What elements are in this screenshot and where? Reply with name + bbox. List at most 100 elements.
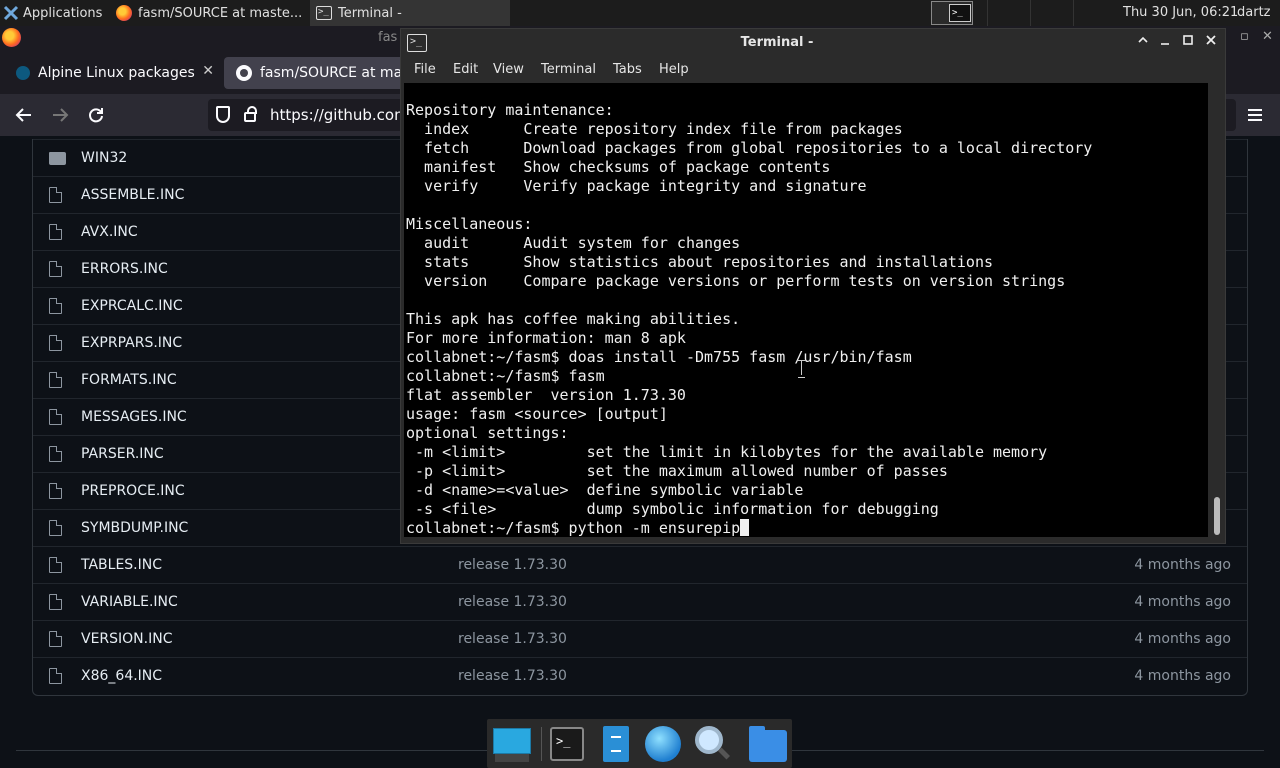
file-icon xyxy=(49,335,62,351)
workspace-window-preview: >_ xyxy=(949,4,971,22)
applications-icon xyxy=(3,5,19,21)
url-text[interactable]: https://github.com xyxy=(270,99,409,131)
terminal-icon: >_ xyxy=(550,727,584,761)
alpine-favicon-icon xyxy=(16,66,30,80)
dock: >_ xyxy=(487,719,792,768)
commit-age: 4 months ago xyxy=(1134,668,1231,684)
file-icon xyxy=(49,668,62,684)
commit-message-link[interactable]: release 1.73.30 xyxy=(458,584,567,620)
terminal-line: flat assembler version 1.73.30 xyxy=(406,386,686,404)
minimize-button[interactable] xyxy=(1155,32,1175,54)
commit-message-link[interactable]: release 1.73.30 xyxy=(458,621,567,657)
application-menu-button[interactable] xyxy=(1246,102,1268,128)
workspace-switcher-3[interactable] xyxy=(1030,0,1031,26)
terminal-line: -d <name>=<value> define symbolic variab… xyxy=(406,481,804,499)
file-name-link[interactable]: SYMBDUMP.INC xyxy=(81,510,188,546)
file-name-link[interactable]: VERSION.INC xyxy=(81,621,173,657)
browser-close-button[interactable]: ✕ xyxy=(1262,29,1273,44)
terminal-screen[interactable]: Repository maintenance: index Create rep… xyxy=(404,83,1208,537)
file-icon xyxy=(49,483,62,499)
reload-icon xyxy=(89,108,103,123)
file-row[interactable]: TABLES.INC release 1.73.30 4 months ago xyxy=(33,546,1247,583)
terminal-scrollbar[interactable] xyxy=(1210,83,1224,537)
workspace-switcher-4[interactable] xyxy=(1073,0,1074,26)
tab-label: Alpine Linux packages xyxy=(38,65,195,81)
file-icon xyxy=(49,409,62,425)
dock-terminal-button[interactable]: >_ xyxy=(547,724,587,764)
close-button[interactable] xyxy=(1201,32,1221,54)
folder-icon xyxy=(49,152,66,165)
user-menu[interactable]: dartz xyxy=(1237,0,1270,26)
dock-separator xyxy=(541,727,542,761)
dock-file-manager-button[interactable] xyxy=(595,724,635,764)
menu-terminal[interactable]: Terminal xyxy=(541,57,596,83)
file-name-link[interactable]: TABLES.INC xyxy=(81,547,162,583)
terminal-line: stats Show statistics about repositories… xyxy=(406,253,993,271)
menu-view[interactable]: View xyxy=(493,57,524,83)
github-favicon-icon xyxy=(236,65,252,81)
file-icon xyxy=(49,520,62,536)
show-desktop-button[interactable] xyxy=(491,724,531,764)
file-name-link[interactable]: MESSAGES.INC xyxy=(81,399,187,435)
terminal-line: collabnet:~/fasm$ fasm xyxy=(406,367,605,385)
tracking-protection-shield-icon[interactable] xyxy=(216,106,230,123)
file-icon xyxy=(49,298,62,314)
commit-message-link[interactable]: release 1.73.30 xyxy=(458,658,567,694)
tab-label: fasm/SOURCE at mast xyxy=(260,65,404,81)
workspace-switcher-1[interactable]: >_ xyxy=(931,1,973,25)
terminal-line: collabnet:~/fasm$ doas install -Dm755 fa… xyxy=(406,348,912,366)
taskbar-terminal[interactable]: >_ Terminal - xyxy=(310,0,510,26)
tab-alpine-packages[interactable]: Alpine Linux packages ✕ xyxy=(4,57,222,89)
file-name-link[interactable]: PARSER.INC xyxy=(81,436,164,472)
file-name-link[interactable]: FORMATS.INC xyxy=(81,362,177,398)
applications-label: Applications xyxy=(23,5,103,21)
taskbar-firefox[interactable]: fasm/SOURCE at maste... xyxy=(110,0,310,26)
shade-button[interactable] xyxy=(1133,32,1153,54)
top-panel: Applications fasm/SOURCE at maste... >_ … xyxy=(0,0,1280,26)
terminal-prompt-line[interactable]: collabnet:~/fasm$ python -m ensurepip xyxy=(406,519,1092,537)
file-name-link[interactable]: ERRORS.INC xyxy=(81,251,168,287)
dock-web-browser-button[interactable] xyxy=(643,724,683,764)
folder-icon xyxy=(749,730,787,762)
close-tab-icon[interactable]: ✕ xyxy=(202,63,214,79)
menu-help[interactable]: Help xyxy=(659,57,689,83)
clock[interactable]: Thu 30 Jun, 06:21 xyxy=(1123,0,1238,26)
terminal-line: verify Verify package integrity and sign… xyxy=(406,177,867,195)
menu-edit[interactable]: Edit xyxy=(453,57,478,83)
menu-file[interactable]: File xyxy=(414,57,436,83)
file-name-link[interactable]: ASSEMBLE.INC xyxy=(81,177,184,213)
applications-menu[interactable]: Applications xyxy=(0,0,102,26)
menu-tabs[interactable]: Tabs xyxy=(613,57,642,83)
terminal-line: For more information: man 8 apk xyxy=(406,329,686,347)
firefox-icon xyxy=(116,5,132,21)
file-name-link[interactable]: VARIABLE.INC xyxy=(81,584,178,620)
lock-icon[interactable] xyxy=(244,106,257,122)
file-name-link[interactable]: EXPRCALC.INC xyxy=(81,288,183,324)
prompt-command[interactable]: collabnet:~/fasm$ python -m ensurepip xyxy=(406,519,740,537)
file-row[interactable]: VERSION.INC release 1.73.30 4 months ago xyxy=(33,620,1247,657)
scrollbar-thumb[interactable] xyxy=(1214,497,1220,535)
file-name-link[interactable]: AVX.INC xyxy=(81,214,138,250)
workspace-switcher-2[interactable] xyxy=(987,0,988,26)
terminal-menubar: File Edit View Terminal Tabs Help xyxy=(401,57,1225,83)
minimize-icon xyxy=(1161,43,1169,45)
file-name-link[interactable]: EXPRPARS.INC xyxy=(81,325,182,361)
tab-fasm-source[interactable]: fasm/SOURCE at mast xyxy=(224,57,404,89)
file-name-link[interactable]: WIN32 xyxy=(81,140,127,176)
terminal-line: manifest Show checksums of package conte… xyxy=(406,158,831,176)
file-row[interactable]: X86_64.INC release 1.73.30 4 months ago xyxy=(33,657,1247,694)
file-manager-icon xyxy=(603,726,629,762)
commit-message-link[interactable]: release 1.73.30 xyxy=(458,547,567,583)
reload-button[interactable] xyxy=(83,102,109,128)
file-name-link[interactable]: X86_64.INC xyxy=(81,658,162,694)
maximize-button[interactable] xyxy=(1178,32,1198,54)
file-name-link[interactable]: PREPROCE.INC xyxy=(81,473,185,509)
file-row[interactable]: VARIABLE.INC release 1.73.30 4 months ago xyxy=(33,583,1247,620)
dock-search-button[interactable] xyxy=(691,724,731,764)
forward-button[interactable] xyxy=(47,102,73,128)
back-button[interactable] xyxy=(11,102,37,128)
browser-maximize-button[interactable]: ▫ xyxy=(1240,29,1249,44)
file-icon xyxy=(49,446,62,462)
terminal-titlebar[interactable]: >_ Terminal - xyxy=(401,29,1225,57)
dock-folder-button[interactable] xyxy=(747,724,787,764)
